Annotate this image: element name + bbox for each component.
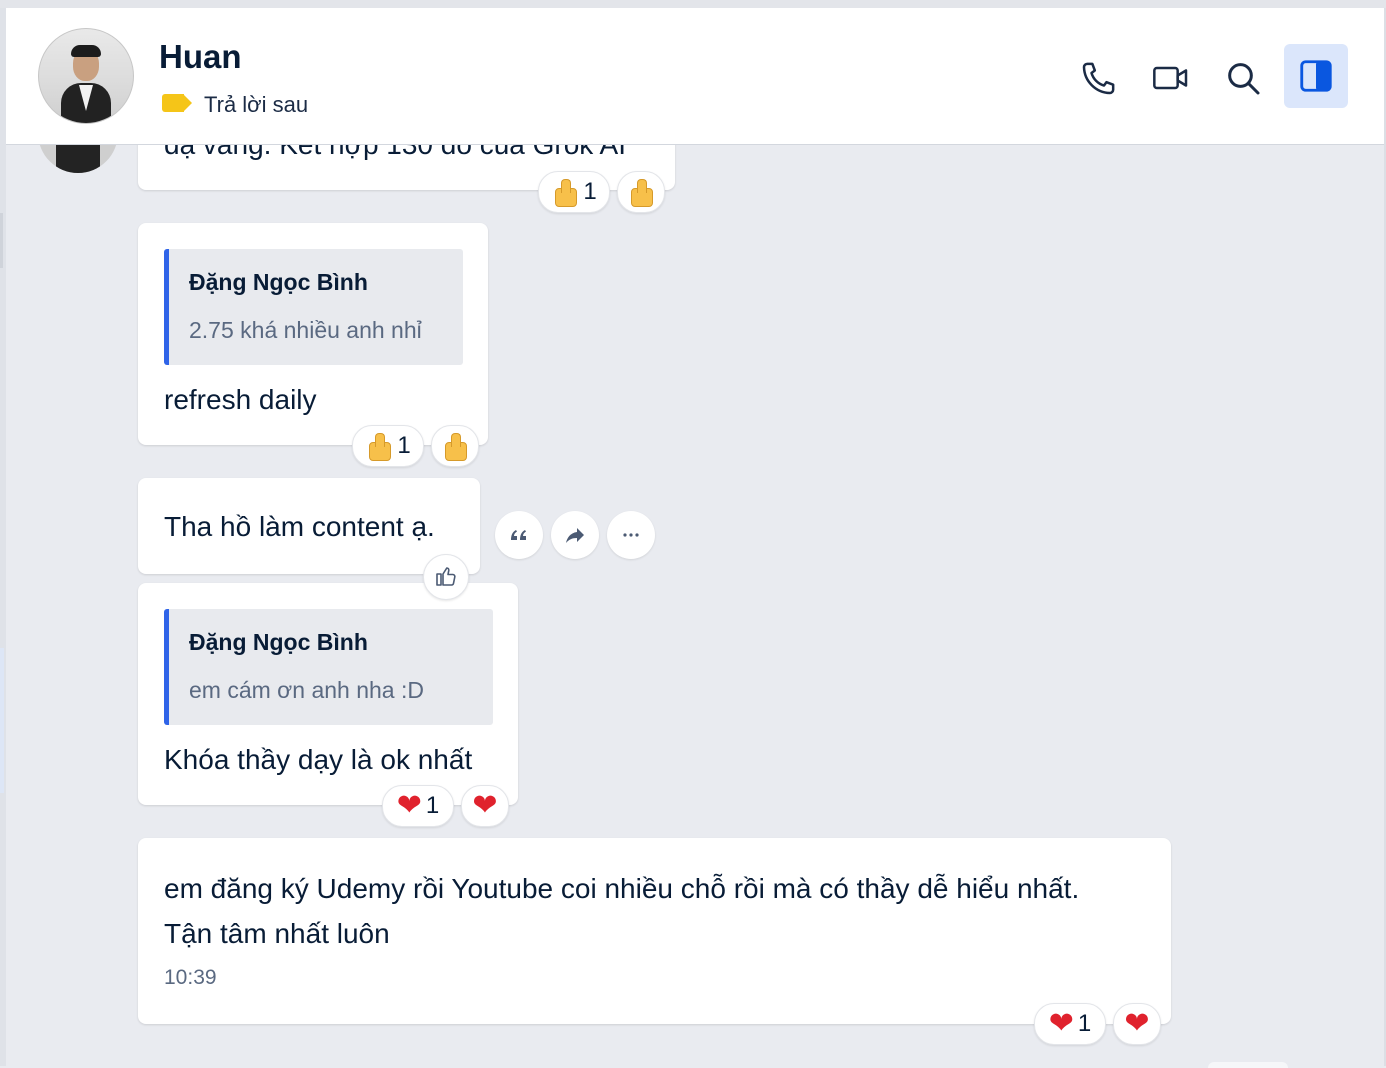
reaction-count-badge[interactable]: 1 xyxy=(538,171,610,213)
contact-name[interactable]: Huan xyxy=(159,38,242,76)
message-bubble[interactable]: Tha hồ làm content ạ. xyxy=(138,478,480,574)
video-call-icon xyxy=(1153,66,1188,90)
quote-icon xyxy=(511,530,526,540)
reaction-count-badge[interactable]: 1 xyxy=(352,425,424,467)
more-options-button[interactable] xyxy=(607,511,655,559)
heart-icon: ❤ xyxy=(1124,1007,1150,1040)
left-panel-edge xyxy=(0,8,6,1066)
quoted-message[interactable]: Đặng Ngọc Bình 2.75 khá nhiều anh nhỉ xyxy=(164,249,463,365)
phone-call-button[interactable] xyxy=(1079,58,1119,98)
heart-icon: ❤ xyxy=(1048,1007,1074,1040)
more-icon xyxy=(623,533,639,537)
heart-icon: ❤ xyxy=(396,789,422,822)
message-text: refresh daily xyxy=(164,384,317,415)
add-reaction-button[interactable] xyxy=(431,425,479,467)
chat-header: Huan Trả lời sau xyxy=(6,8,1384,145)
reaction-count-badge[interactable]: ❤ 1 xyxy=(382,785,454,827)
message-bubble[interactable]: Đặng Ngọc Bình 2.75 khá nhiều anh nhỉ re… xyxy=(138,223,488,445)
window-top-strip xyxy=(0,0,1386,8)
add-reaction-button[interactable] xyxy=(617,171,665,213)
thumbs-up-outline-icon xyxy=(436,567,456,586)
message-timestamp: 10:39 xyxy=(164,966,217,989)
toggle-side-panel-button[interactable] xyxy=(1284,44,1348,108)
label-tag-icon[interactable] xyxy=(162,94,192,112)
reaction-count-badge[interactable]: ❤ 1 xyxy=(1034,1003,1106,1045)
quoted-text: 2.75 khá nhiều anh nhỉ xyxy=(189,317,422,343)
message-text: Tha hồ làm content ạ. xyxy=(164,511,435,542)
thumbs-up-icon xyxy=(551,178,579,207)
composer-edge xyxy=(1208,1062,1288,1068)
heart-icon: ❤ xyxy=(472,789,498,822)
message-text: Khóa thầy dạy là ok nhất xyxy=(164,744,473,775)
quoted-sender-name: Đặng Ngọc Bình xyxy=(189,269,368,295)
message-bubble[interactable]: Đặng Ngọc Bình em cám ơn anh nha :D Khóa… xyxy=(138,583,518,805)
thumbs-up-icon xyxy=(627,178,655,207)
reaction-count: 1 xyxy=(425,792,440,819)
reaction-count: 1 xyxy=(1077,1010,1092,1037)
forward-button[interactable] xyxy=(551,511,599,559)
like-button[interactable] xyxy=(423,554,469,600)
reaction-count: 1 xyxy=(583,178,597,205)
quote-button[interactable] xyxy=(495,511,543,559)
reaction-count: 1 xyxy=(397,432,411,459)
phone-icon xyxy=(1082,62,1115,95)
add-reaction-button[interactable]: ❤ xyxy=(461,785,509,827)
quoted-message[interactable]: Đặng Ngọc Bình em cám ơn anh nha :D xyxy=(164,609,493,725)
conversation-label[interactable]: Trả lời sau xyxy=(204,92,308,118)
side-panel-icon xyxy=(1300,60,1332,92)
add-reaction-button[interactable]: ❤ xyxy=(1113,1003,1161,1045)
contact-avatar[interactable] xyxy=(38,28,134,124)
thumbs-up-icon xyxy=(441,432,469,461)
search-button[interactable] xyxy=(1223,58,1263,98)
thumbs-up-icon xyxy=(365,432,393,461)
forward-icon xyxy=(566,528,584,543)
message-bubble[interactable]: em đăng ký Udemy rồi Youtube coi nhiều c… xyxy=(138,838,1171,1024)
quoted-sender-name: Đặng Ngọc Bình xyxy=(189,629,368,655)
video-call-button[interactable] xyxy=(1151,58,1191,98)
message-text: em đăng ký Udemy rồi Youtube coi nhiều c… xyxy=(164,873,1080,949)
quoted-text: em cám ơn anh nha :D xyxy=(189,677,424,703)
search-icon xyxy=(1228,63,1260,95)
